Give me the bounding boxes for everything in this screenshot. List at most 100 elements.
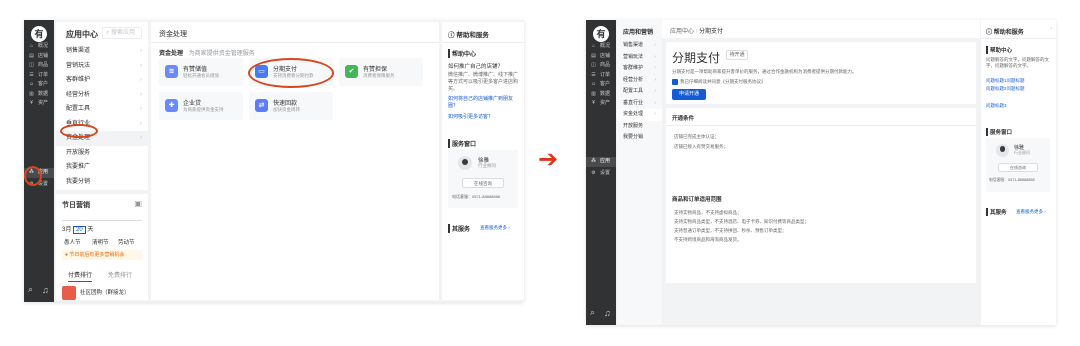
online-consult-button[interactable]: 在线咨询 [462,178,504,188]
scope-1: 支持实物商品类型，不支持酒店、电子卡券、知识付费等商品类型； [674,219,809,224]
festival-name-1[interactable]: 清明节 [92,238,109,246]
left-sub-nav: 应用中心 ⌕ 搜索应用 销售渠道 › 营销玩法 › 客群维护 › 经营分析 › 配置工具 › 垂直行… [56,22,148,190]
sub-nav-item-8[interactable]: 我要分销 [617,132,662,144]
apply-button[interactable]: 申请开通 [672,89,706,100]
sub-nav-label-5: 垂直行业 [623,99,644,106]
nav-item-5[interactable]: ▥ 数据 [24,90,54,100]
nav-item-2[interactable]: ◫ 商品 [24,61,54,71]
sub-nav-item-9[interactable]: 我要分销 [56,175,148,190]
agent-avatar [458,156,472,170]
logo[interactable]: 有 [31,26,47,42]
sub-nav-item-4[interactable]: 配置工具 › [617,86,662,98]
breadcrumb-parent[interactable]: 应用中心 [670,29,694,35]
nav-item-3[interactable]: ☰ 订单 [24,71,54,81]
sub-nav-item-1[interactable]: 营销玩法 › [617,52,662,64]
nav-item-3[interactable]: ☰ 订单 [586,71,616,81]
sub-nav-item-3[interactable]: 经营分析 › [617,75,662,87]
help-link-2[interactable]: 问题标题3 [986,103,1007,109]
nav-item-8[interactable]: ⚙ 设置 [586,169,616,179]
page-title: 资金处理 [159,31,187,38]
nav-item-1[interactable]: ▤ 店铺 [24,52,54,62]
app-card-icon-4: ⇄ [255,99,268,112]
nav-item-7[interactable]: ⁂ 应用 [586,157,616,167]
app-card-icon-2: ✔ [345,65,358,78]
chevron-right-icon: › [654,65,656,71]
sub-nav-item-7[interactable]: 开放服务 [617,121,662,133]
right-topbar: 应用中心 / 分期支付 [662,20,980,38]
app-card-desc-4: 加快资金周转 [273,107,300,112]
app-card-3[interactable]: ✚ 企业贷 为商家提供资金支持 [159,92,243,120]
service-section: 服务窗口 [986,128,1012,136]
sub-nav-item-1[interactable]: 营销玩法 › [56,59,148,74]
help-title: ⓘ 帮助和服务 [448,29,489,39]
search-icon[interactable]: ⌕ [28,284,33,295]
service-card: 徐雅 行业顾问 在线咨询 电话客服：0571-88888888 [448,150,518,208]
festival-name-0[interactable]: 愚人节 [64,238,81,246]
festival-name-2[interactable]: 劳动节 [118,238,135,246]
chevron-right-icon: › [140,135,142,141]
more-service-link[interactable]: 查看服务更多 › [480,225,510,231]
festival-timeline [62,220,142,221]
nav-item-1[interactable]: ▤ 店铺 [586,52,616,62]
app-card-desc-3: 为商家提供资金支持 [183,107,224,112]
conditions-panel: 开通条件 店铺已完成主体认证； 店铺已接入有赞交易服务； 商品和订单适用范围 支… [666,108,976,283]
nav-item-0[interactable]: ⌂ 概况 [586,42,616,52]
tab-paid-rank[interactable]: 付费排行 [68,270,93,282]
help-desc: 微信推广、微博推广、线下推广等方式可以吸引更多客户进店购买。 [448,72,519,92]
nav-item-2[interactable]: ◫ 商品 [586,61,616,71]
conditions-title: 开通条件 [672,116,695,122]
app-card-4[interactable]: ⇄ 快速回款 加快资金周转 [249,92,333,120]
festival-notice-text: 节日前后有更多营销机会 [69,252,125,258]
app-card-2[interactable]: ✔ 有赞担保 消费者保障服务 [339,58,423,86]
notification-icon[interactable]: ♫ [604,308,611,318]
nav-item-6[interactable]: ¥ 资产 [586,99,616,109]
sub-nav-label-9: 我要分销 [66,178,91,185]
sub-nav-item-7[interactable]: 开放服务 [56,146,148,161]
online-consult-button[interactable]: 在线咨询 [998,163,1038,172]
rank-item-name[interactable]: 社区团购（群接龙） [80,288,130,296]
nav-label-2: 商品 [600,62,611,68]
tab-free-rank[interactable]: 免费排行 [108,270,132,279]
help-link-0[interactable]: 问题标题1问题标题 [986,78,1025,84]
agent-avatar [996,144,1009,157]
rank-item-icon [62,286,76,300]
sub-nav-item-8[interactable]: 我要推广 [56,160,148,175]
nav-item-6[interactable]: ¥ 资产 [24,99,54,109]
right-sub-nav: 应用和营销 销售渠道 › 营销玩法 › 客群维护 › 经营分析 › 配置工具 › 垂直行业 › 资金处理… [617,20,662,325]
sub-nav-item-2[interactable]: 客群维护 › [56,73,148,88]
nav-item-0[interactable]: ⌂ 概况 [24,42,54,52]
help-link-0[interactable]: 如何将自己的店铺推广到朋友圈？ [448,96,518,110]
calendar-icon[interactable]: ▣ [134,199,142,208]
sub-nav-item-0[interactable]: 销售渠道 › [56,44,148,59]
sub-nav-item-0[interactable]: 销售渠道 › [617,40,662,52]
nav-item-4[interactable]: ☺ 客户 [586,80,616,90]
sub-nav-item-5[interactable]: 垂直行业 › [617,98,662,110]
search-input[interactable]: ⌕ 搜索应用 [102,27,142,39]
notification-icon[interactable]: ♫ [42,285,49,295]
chevron-right-icon: › [654,42,656,48]
help-question[interactable]: 如何推广自己的店铺？ [448,62,503,70]
more-service-link[interactable]: 查看服务更多 › [1016,209,1046,215]
sub-nav-label-0: 销售渠道 [623,42,644,48]
section-title: 资金处理 [159,51,184,57]
left-help-panel: ⓘ 帮助和服务 帮助中心 如何推广自己的店铺？ 微信推广、微博推广、线下推广等方… [442,22,524,300]
agree-checkbox[interactable] [672,79,678,85]
search-icon[interactable]: ⌕ [590,307,595,318]
help-link-1[interactable]: 问题标题2问题标题 [986,86,1025,92]
chevron-right-icon: › [140,62,142,69]
nav-item-4[interactable]: ☺ 客户 [24,80,54,90]
help-title-text: 帮助和服务 [993,30,1024,36]
sub-nav-item-4[interactable]: 配置工具 › [56,102,148,117]
nav-icon-6: ¥ [592,100,595,106]
nav-item-5[interactable]: ▥ 数据 [586,90,616,100]
nav-label-3: 订单 [38,71,49,78]
sub-nav-item-6[interactable]: 资金处理 › [617,109,662,121]
app-card-0[interactable]: ≋ 有赞储值 轻松开通会员储值 [159,58,243,86]
logo[interactable]: 有 [593,26,609,42]
close-icon[interactable]: › [1050,26,1052,32]
agree-text[interactable]: 我已仔细阅读并同意《分期支付服务协议》 [680,79,766,85]
help-link-1[interactable]: 如何吸引更多访客？ [448,114,518,121]
sub-nav-item-3[interactable]: 经营分析 › [56,88,148,103]
sub-nav-item-2[interactable]: 客群维护 › [617,63,662,75]
nav-icon-6: ¥ [30,100,33,106]
